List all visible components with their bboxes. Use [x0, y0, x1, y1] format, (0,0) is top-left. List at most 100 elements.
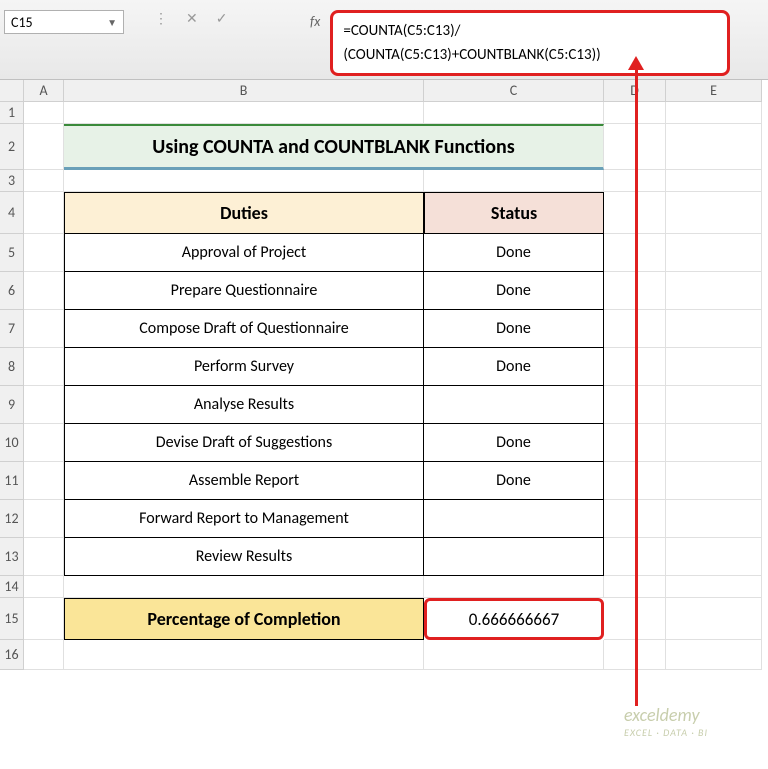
annotation-arrow: [635, 66, 638, 706]
cell-e4[interactable]: [666, 192, 762, 234]
row-header[interactable]: 5: [0, 234, 24, 272]
row-header[interactable]: 11: [0, 462, 24, 500]
header-duties[interactable]: Duties: [64, 192, 424, 234]
row-header[interactable]: 4: [0, 192, 24, 234]
cell-e11[interactable]: [666, 462, 762, 500]
row-header[interactable]: 10: [0, 424, 24, 462]
row-header[interactable]: 6: [0, 272, 24, 310]
title-cell[interactable]: Using COUNTA and COUNTBLANK Functions: [64, 124, 604, 170]
row-header[interactable]: 14: [0, 576, 24, 598]
enter-icon[interactable]: ✓: [212, 10, 232, 27]
col-header-b[interactable]: B: [64, 80, 424, 102]
col-header-c[interactable]: C: [424, 80, 604, 102]
cell-e14[interactable]: [666, 576, 762, 598]
table-row[interactable]: Done: [424, 348, 604, 386]
table-row[interactable]: Done: [424, 462, 604, 500]
table-row[interactable]: Compose Draft of Questionnaire: [64, 310, 424, 348]
table-row[interactable]: Forward Report to Management: [64, 500, 424, 538]
cell-c3[interactable]: [424, 170, 604, 192]
table-row[interactable]: [424, 538, 604, 576]
cell-b16[interactable]: [64, 640, 424, 670]
row-header[interactable]: 13: [0, 538, 24, 576]
name-box[interactable]: C15 ▼: [4, 10, 124, 34]
percentage-value[interactable]: 0.666666667: [424, 598, 604, 640]
cell-a2[interactable]: [24, 124, 64, 170]
cancel-icon[interactable]: ✕: [182, 10, 202, 27]
cell-a5[interactable]: [24, 234, 64, 272]
cell-e10[interactable]: [666, 424, 762, 462]
cell-a16[interactable]: [24, 640, 64, 670]
row-header[interactable]: 8: [0, 348, 24, 386]
table-row[interactable]: Approval of Project: [64, 234, 424, 272]
cell-c1[interactable]: [424, 102, 604, 124]
row-header[interactable]: 3: [0, 170, 24, 192]
row-header[interactable]: 7: [0, 310, 24, 348]
cell-b14[interactable]: [64, 576, 424, 598]
cell-e7[interactable]: [666, 310, 762, 348]
header-status[interactable]: Status: [424, 192, 604, 234]
cell-a15[interactable]: [24, 598, 64, 640]
formula-toolbar: C15 ▼ ⋮ ✕ ✓ fx =COUNTA(C5:C13)/ (COUNTA(…: [0, 0, 768, 80]
cell-e16[interactable]: [666, 640, 762, 670]
cell-b3[interactable]: [64, 170, 424, 192]
row-header[interactable]: 1: [0, 102, 24, 124]
chevron-down-icon[interactable]: ▼: [107, 16, 117, 29]
row-header[interactable]: 16: [0, 640, 24, 670]
table-row[interactable]: Assemble Report: [64, 462, 424, 500]
table-row[interactable]: Done: [424, 424, 604, 462]
row-header[interactable]: 9: [0, 386, 24, 424]
cell-a7[interactable]: [24, 310, 64, 348]
formula-bar[interactable]: =COUNTA(C5:C13)/ (COUNTA(C5:C13)+COUNTBL…: [330, 10, 730, 76]
cell-a14[interactable]: [24, 576, 64, 598]
cell-c16[interactable]: [424, 640, 604, 670]
row-header[interactable]: 12: [0, 500, 24, 538]
table-row[interactable]: Perform Survey: [64, 348, 424, 386]
table-row[interactable]: Review Results: [64, 538, 424, 576]
cell-a10[interactable]: [24, 424, 64, 462]
cell-e13[interactable]: [666, 538, 762, 576]
cell-e2[interactable]: [666, 124, 762, 170]
cell-a1[interactable]: [24, 102, 64, 124]
watermark: exceldemy EXCEL · DATA · BI: [624, 704, 708, 739]
sep-icon: ⋮: [150, 10, 172, 27]
table-row[interactable]: [424, 500, 604, 538]
cell-e1[interactable]: [666, 102, 762, 124]
col-header-e[interactable]: E: [666, 80, 762, 102]
cell-e6[interactable]: [666, 272, 762, 310]
cell-c14[interactable]: [424, 576, 604, 598]
cell-e9[interactable]: [666, 386, 762, 424]
cell-a12[interactable]: [24, 500, 64, 538]
table-row[interactable]: Analyse Results: [64, 386, 424, 424]
cell-e5[interactable]: [666, 234, 762, 272]
cell-a9[interactable]: [24, 386, 64, 424]
spreadsheet-grid[interactable]: A B C D E 1 2 Using COUNTA and COUNTBLAN…: [0, 80, 768, 670]
cell-a3[interactable]: [24, 170, 64, 192]
row-header[interactable]: 2: [0, 124, 24, 170]
watermark-tag: EXCEL · DATA · BI: [624, 726, 708, 739]
cell-e15[interactable]: [666, 598, 762, 640]
table-row[interactable]: Done: [424, 310, 604, 348]
watermark-brand: exceldemy: [624, 704, 700, 726]
table-row[interactable]: Devise Draft of Suggestions: [64, 424, 424, 462]
table-row[interactable]: Prepare Questionnaire: [64, 272, 424, 310]
table-row[interactable]: Done: [424, 272, 604, 310]
cell-a4[interactable]: [24, 192, 64, 234]
table-row[interactable]: [424, 386, 604, 424]
cell-a13[interactable]: [24, 538, 64, 576]
formula-controls: ⋮ ✕ ✓: [150, 10, 231, 27]
row-header[interactable]: 15: [0, 598, 24, 640]
fx-icon[interactable]: fx: [310, 10, 320, 30]
percentage-label[interactable]: Percentage of Completion: [64, 598, 424, 640]
cell-e3[interactable]: [666, 170, 762, 192]
table-row[interactable]: Done: [424, 234, 604, 272]
col-header-a[interactable]: A: [24, 80, 64, 102]
cell-a6[interactable]: [24, 272, 64, 310]
formula-line-2: (COUNTA(C5:C13)+COUNTBLANK(C5:C13)): [343, 43, 717, 67]
cell-a11[interactable]: [24, 462, 64, 500]
name-box-value: C15: [11, 14, 33, 31]
cell-e8[interactable]: [666, 348, 762, 386]
cell-e12[interactable]: [666, 500, 762, 538]
cell-b1[interactable]: [64, 102, 424, 124]
select-all-corner[interactable]: [0, 80, 24, 102]
cell-a8[interactable]: [24, 348, 64, 386]
